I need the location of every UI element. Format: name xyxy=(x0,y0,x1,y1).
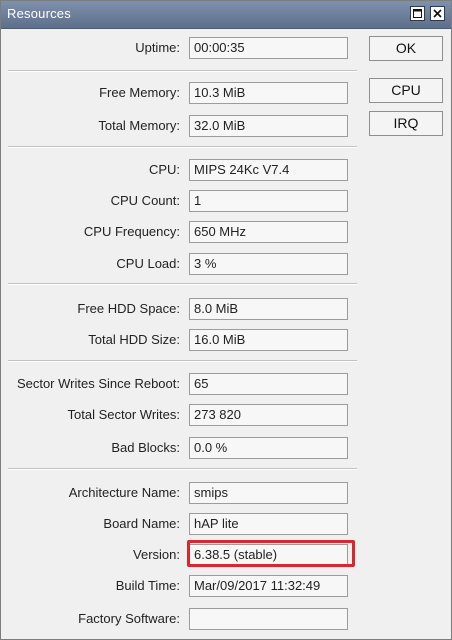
restore-button[interactable] xyxy=(410,6,425,21)
uptime-label: Uptime: xyxy=(135,40,180,55)
total-memory-label: Total Memory: xyxy=(98,118,180,133)
uptime-field[interactable]: 00:00:35 xyxy=(189,37,348,59)
build-time-label: Build Time: xyxy=(115,578,180,593)
total-memory-field[interactable]: 32.0 MiB xyxy=(189,115,348,137)
architecture-name-field[interactable]: smips xyxy=(189,482,348,504)
cpu-load-label: CPU Load: xyxy=(116,256,180,271)
cpu-frequency-label: CPU Frequency: xyxy=(83,224,180,239)
resources-window: Resources Uptime: 00:00:35 Free Memory: … xyxy=(0,0,452,640)
resources-panel: Uptime: 00:00:35 Free Memory: 10.3 MiB T… xyxy=(8,29,357,635)
restore-icon xyxy=(413,9,422,18)
free-hdd-space-field[interactable]: 8.0 MiB xyxy=(189,298,348,320)
ok-button[interactable]: OK xyxy=(369,36,443,61)
free-memory-label: Free Memory: xyxy=(99,85,180,100)
cpu-label: CPU: xyxy=(148,162,180,177)
bad-blocks-field[interactable]: 0.0 % xyxy=(189,437,348,459)
divider xyxy=(8,70,357,72)
close-button[interactable] xyxy=(430,6,445,21)
factory-software-field[interactable] xyxy=(189,608,348,630)
divider xyxy=(8,146,357,148)
total-sector-writes-label: Total Sector Writes: xyxy=(67,407,180,422)
board-name-label: Board Name: xyxy=(103,516,180,531)
cpu-count-field[interactable]: 1 xyxy=(189,190,348,212)
close-icon xyxy=(433,9,442,18)
total-hdd-size-field[interactable]: 16.0 MiB xyxy=(189,329,348,351)
version-label: Version: xyxy=(133,547,180,562)
divider xyxy=(8,468,357,470)
free-memory-field[interactable]: 10.3 MiB xyxy=(189,82,348,104)
version-highlight-box xyxy=(187,540,355,567)
total-sector-writes-field[interactable]: 273 820 xyxy=(189,404,348,426)
divider xyxy=(8,283,357,285)
title-bar[interactable]: Resources xyxy=(1,1,451,29)
irq-button[interactable]: IRQ xyxy=(369,111,443,136)
divider xyxy=(8,360,357,362)
total-hdd-size-label: Total HDD Size: xyxy=(88,332,180,347)
cpu-frequency-field[interactable]: 650 MHz xyxy=(189,221,348,243)
cpu-field[interactable]: MIPS 24Kc V7.4 xyxy=(189,159,348,181)
free-hdd-space-label: Free HDD Space: xyxy=(77,301,180,316)
architecture-name-label: Architecture Name: xyxy=(68,485,180,500)
sector-writes-since-reboot-label: Sector Writes Since Reboot: xyxy=(16,376,180,391)
cpu-load-field[interactable]: 3 % xyxy=(189,253,348,275)
cpu-button[interactable]: CPU xyxy=(369,78,443,103)
window-title: Resources xyxy=(7,6,71,21)
factory-software-label: Factory Software: xyxy=(78,611,180,626)
sector-writes-since-reboot-field[interactable]: 65 xyxy=(189,373,348,395)
board-name-field[interactable]: hAP lite xyxy=(189,513,348,535)
build-time-field[interactable]: Mar/09/2017 11:32:49 xyxy=(189,575,348,597)
cpu-count-label: CPU Count: xyxy=(110,193,180,208)
bad-blocks-label: Bad Blocks: xyxy=(111,440,180,455)
